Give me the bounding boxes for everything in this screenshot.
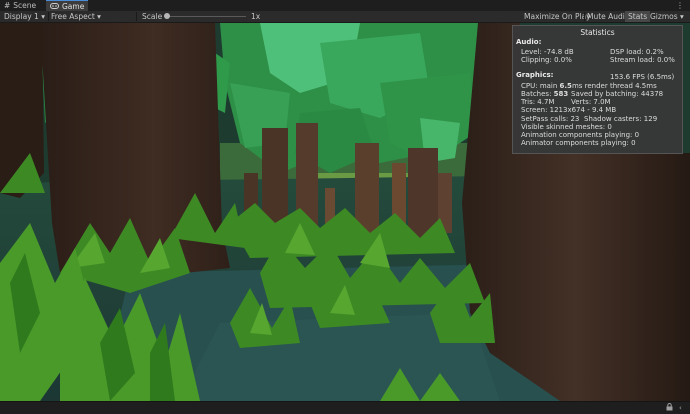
cpu-main-value: 6.5 [559, 82, 572, 90]
aspect-dropdown-value: Free Aspect [51, 12, 95, 21]
display-dropdown[interactable]: Display 1 ▾ [4, 11, 45, 22]
screen-readout: Screen: 1213x674 - 9.4 MB [521, 106, 617, 114]
skinned-meshes-readout: Visible skinned meshes: 0 [521, 123, 612, 131]
scale-slider-handle[interactable] [164, 13, 170, 19]
tab-game-label: Game [62, 1, 85, 11]
toolbar-divider [136, 12, 137, 21]
aspect-dropdown[interactable]: Free Aspect ▾ [51, 11, 101, 22]
toolbar-divider [48, 12, 49, 21]
dsp-load: DSP load: 0.2% [610, 48, 664, 56]
tab-scene[interactable]: # Scene [0, 0, 46, 11]
gizmos-button[interactable]: Gizmos ▾ [647, 11, 687, 22]
batches-readout: Batches: 583 [521, 90, 568, 98]
editor-tab-bar: # Scene Game ⋮ [0, 0, 690, 11]
cpu-prefix: CPU: main [521, 82, 560, 90]
cpu-suffix: ms render thread 4.5ms [571, 82, 657, 90]
saved-by-batching: Saved by batching: 44378 [571, 90, 664, 98]
audio-level: Level: -74.8 dB [521, 48, 574, 56]
audio-header: Audio: [516, 38, 542, 46]
display-dropdown-value: Display 1 [4, 12, 39, 21]
batches-prefix: Batches: [521, 90, 554, 98]
scale-label: Scale [142, 12, 163, 21]
shadow-casters-readout: Shadow casters: 129 [584, 115, 658, 123]
game-toolbar: Display 1 ▾ Free Aspect ▾ Scale 1x Maxim… [0, 11, 690, 23]
stream-load: Stream load: 0.0% [610, 56, 675, 64]
tab-game[interactable]: Game [46, 0, 88, 11]
graphics-header: Graphics: [516, 71, 554, 79]
verts-readout: Verts: 7.0M [571, 98, 611, 106]
fps-readout: 153.6 FPS (6.5ms) [610, 73, 675, 81]
statistics-title: Statistics [580, 28, 615, 37]
scale-slider-track[interactable] [166, 16, 246, 17]
maximize-on-play-button[interactable]: Maximize On Play [521, 11, 594, 22]
kebab-menu-icon[interactable]: ⋮ [676, 0, 684, 11]
chevron-down-icon: ▾ [41, 12, 45, 21]
animation-components-readout: Animation components playing: 0 [521, 131, 640, 139]
animator-components-readout: Animator components playing: 0 [521, 139, 636, 147]
chevron-icon[interactable]: ‹ [679, 403, 682, 413]
statistics-panel: Statistics Audio: Level: -74.8 dB Clippi… [512, 25, 683, 154]
chevron-down-icon: ▾ [97, 12, 101, 21]
gamepad-icon [50, 1, 59, 12]
scale-value: 1x [251, 12, 261, 21]
chevron-down-icon: ▾ [680, 12, 684, 21]
lock-icon[interactable] [666, 403, 673, 413]
setpass-readout: SetPass calls: 23 [521, 115, 580, 123]
batches-value: 583 [553, 90, 569, 98]
hash-grid-icon: # [4, 1, 11, 10]
audio-clipping: Clipping: 0.0% [521, 56, 572, 64]
gizmos-button-label: Gizmos [650, 12, 678, 21]
cpu-readout: CPU: main 6.5ms render thread 4.5ms [521, 82, 657, 90]
status-bar: ‹ [0, 401, 690, 414]
tris-readout: Tris: 4.7M [521, 98, 555, 106]
tab-scene-label: Scene [13, 1, 37, 10]
